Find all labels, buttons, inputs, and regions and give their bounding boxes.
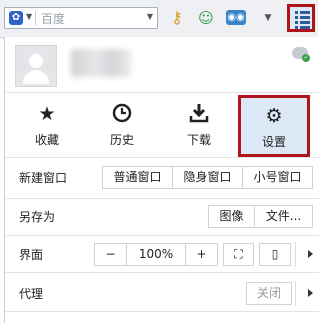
- search-input[interactable]: 百度: [41, 10, 65, 27]
- normal-window-button[interactable]: 普通窗口: [102, 166, 173, 189]
- zoom-in-button[interactable]: +: [185, 243, 218, 266]
- search-divider: [35, 11, 36, 25]
- proxy-submenu-arrow-icon[interactable]: [308, 289, 313, 297]
- divider: [5, 311, 319, 312]
- download-icon: [188, 103, 210, 125]
- proxy-row: 代理 关闭: [5, 277, 319, 308]
- settings-button[interactable]: ⚙ 设置: [238, 95, 310, 157]
- fullscreen-icon[interactable]: ⛶: [223, 243, 254, 266]
- settings-label: 设置: [261, 135, 286, 149]
- divider: [5, 157, 319, 158]
- gamepad-icon[interactable]: ◉◉: [226, 10, 246, 25]
- favorites-button[interactable]: ★ 收藏: [17, 93, 77, 155]
- star-icon: ★: [38, 103, 56, 125]
- save-as-row: 另存为 图像 文件...: [5, 200, 319, 231]
- save-file-button[interactable]: 文件...: [254, 205, 313, 228]
- favorites-label: 收藏: [34, 133, 59, 147]
- search-dropdown-icon[interactable]: ▼: [147, 12, 153, 21]
- new-window-row: 新建窗口 普通窗口 隐身窗口 小号窗口: [5, 161, 319, 192]
- interface-row: 界面 − 100% + ⛶ ▯: [5, 238, 319, 269]
- key-icon[interactable]: ⚷: [167, 8, 187, 28]
- proxy-label: 代理: [19, 287, 44, 301]
- downloads-button[interactable]: 下载: [169, 93, 229, 155]
- avatar[interactable]: [15, 45, 57, 87]
- divider: [295, 242, 296, 267]
- zoom-level: 100%: [126, 243, 186, 266]
- search-box[interactable]: ✿ ▼ 百度 ▼: [4, 7, 158, 29]
- interface-submenu-arrow-icon[interactable]: [308, 250, 313, 258]
- incognito-window-button[interactable]: 隐身窗口: [172, 166, 243, 189]
- downloads-label: 下载: [186, 133, 211, 147]
- history-label: 历史: [109, 133, 134, 147]
- interface-label: 界面: [19, 248, 44, 262]
- divider: [5, 235, 319, 236]
- browser-toolbar: ✿ ▼ 百度 ▼ ⚷ ☺ ◉◉ ▼: [0, 0, 318, 38]
- browser-menu-panel: ✓ ★ 收藏 历史 下载 ⚙ 设置 新建窗口 普通窗口 隐身窗口 小号窗口 另存…: [4, 37, 319, 323]
- clock-icon: [111, 103, 133, 125]
- menu-list-icon: [295, 11, 310, 31]
- new-window-label: 新建窗口: [19, 171, 68, 185]
- engine-dropdown-icon[interactable]: ▼: [26, 12, 32, 21]
- history-button[interactable]: 历史: [92, 93, 152, 155]
- divider: [295, 281, 296, 306]
- reading-mode-icon[interactable]: ▯: [259, 243, 291, 266]
- save-image-button[interactable]: 图像: [208, 205, 255, 228]
- proxy-toggle-button[interactable]: 关闭: [246, 282, 292, 305]
- divider: [5, 198, 319, 199]
- user-check-icon[interactable]: ☺: [196, 8, 216, 28]
- quick-actions: ★ 收藏 历史 下载 ⚙ 设置: [5, 93, 319, 157]
- username-blurred[interactable]: [71, 49, 131, 77]
- save-as-label: 另存为: [19, 210, 56, 224]
- gear-icon: ⚙: [265, 105, 283, 127]
- cloud-check-icon[interactable]: ✓: [292, 47, 310, 62]
- menu-list-button[interactable]: [287, 4, 315, 32]
- alt-account-window-button[interactable]: 小号窗口: [242, 166, 313, 189]
- chevron-down-icon[interactable]: ▼: [258, 8, 278, 28]
- paw-icon[interactable]: ✿: [9, 11, 23, 25]
- divider: [5, 272, 319, 273]
- profile-section: ✓: [5, 37, 319, 92]
- zoom-out-button[interactable]: −: [94, 243, 127, 266]
